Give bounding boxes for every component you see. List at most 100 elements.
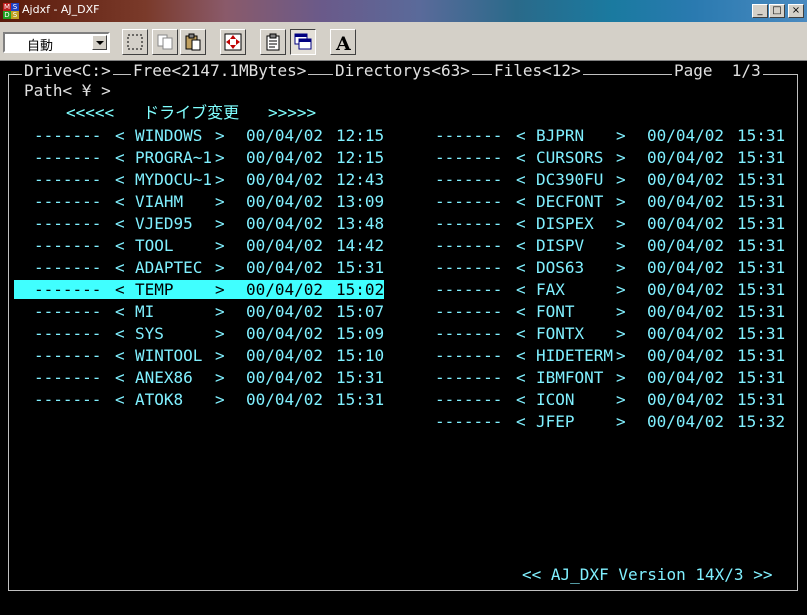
drive-indicator[interactable]: Drive<C:> xyxy=(22,62,113,80)
directory-row[interactable]: ------- < SYS >00/04/02 15:09 xyxy=(34,324,394,343)
directory-dash: ------- xyxy=(435,236,503,255)
directory-row[interactable]: ------- < VIAHM >00/04/02 13:09 xyxy=(34,192,394,211)
directory-open: < xyxy=(115,302,125,321)
directory-date: 00/04/02 xyxy=(647,258,725,277)
directory-row[interactable]: ------- < BJPRN >00/04/02 15:31 xyxy=(435,126,795,145)
directory-close: > xyxy=(616,280,626,299)
directory-count: Directorys<63> xyxy=(333,61,472,80)
directory-row[interactable]: ------- < DISPV >00/04/02 15:31 xyxy=(435,236,795,255)
directory-row[interactable]: ------- < FAX >00/04/02 15:31 xyxy=(435,280,795,299)
select-button[interactable] xyxy=(122,29,148,55)
directory-open: < xyxy=(516,324,526,343)
directory-dash: ------- xyxy=(435,412,503,431)
directory-close: > xyxy=(215,148,225,167)
directory-open: < xyxy=(115,346,125,365)
directory-close: > xyxy=(616,324,626,343)
chevron-down-icon[interactable] xyxy=(92,35,107,50)
directory-open: < xyxy=(516,192,526,211)
current-path: Path< ¥ > xyxy=(24,81,111,100)
directory-row[interactable]: ------- < CURSORS >00/04/02 15:31 xyxy=(435,148,795,167)
window-button[interactable] xyxy=(290,29,316,55)
directory-row[interactable]: ------- < TEMP >00/04/02 15:02 xyxy=(14,280,384,299)
directory-row[interactable]: ------- < WINDOWS >00/04/02 12:15 xyxy=(34,126,394,145)
directory-time: 12:15 xyxy=(336,126,385,145)
directory-row[interactable]: ------- < ADAPTEC >00/04/02 15:31 xyxy=(34,258,394,277)
directory-date: 00/04/02 xyxy=(246,148,324,167)
directory-time: 15:31 xyxy=(737,126,786,145)
directory-row[interactable]: ------- < HIDETERM >00/04/02 15:31 xyxy=(435,346,795,365)
directory-dash: ------- xyxy=(34,324,102,343)
directory-dash: ------- xyxy=(435,302,503,321)
directory-time: 14:42 xyxy=(336,236,385,255)
directory-name: ICON xyxy=(536,390,575,409)
properties-button[interactable] xyxy=(260,29,286,55)
directory-name: JFEP xyxy=(536,412,575,431)
directory-name: FAX xyxy=(536,280,565,299)
directory-row[interactable]: ------- < DOS63 >00/04/02 15:31 xyxy=(435,258,795,277)
directory-name: IBMFONT xyxy=(536,368,604,387)
directory-date: 00/04/02 xyxy=(246,236,324,255)
directory-name: MYDOCU~1 xyxy=(135,170,213,189)
directory-row[interactable]: ------- < FONT >00/04/02 15:31 xyxy=(435,302,795,321)
directory-date: 00/04/02 xyxy=(246,346,324,365)
directory-close: > xyxy=(215,346,225,365)
minimize-button[interactable]: _ xyxy=(752,4,768,18)
directory-time: 15:31 xyxy=(737,324,786,343)
directory-date: 00/04/02 xyxy=(647,412,725,431)
directory-dash: ------- xyxy=(435,280,503,299)
file-count: Files<12> xyxy=(492,61,583,80)
drive-change-button[interactable]: <<<<< ドライブ変更 >>>>> xyxy=(66,104,316,122)
directory-row[interactable]: ------- < MYDOCU~1 >00/04/02 12:43 xyxy=(34,170,394,189)
close-button[interactable]: × xyxy=(788,4,804,18)
directory-date: 00/04/02 xyxy=(647,390,725,409)
directory-row[interactable]: ------- < MI >00/04/02 15:07 xyxy=(34,302,394,321)
terminal-screen: Drive<C:> Free<2147.1MBytes> Directorys<… xyxy=(0,61,807,615)
directory-time: 15:31 xyxy=(737,214,786,233)
mode-combo[interactable]: 自動 xyxy=(3,32,110,54)
directory-row[interactable]: ------- < WINTOOL >00/04/02 15:10 xyxy=(34,346,394,365)
directory-name: SYS xyxy=(135,324,164,343)
title-bar[interactable]: M S D S Ajdxf - AJ_DXF _ □ × xyxy=(0,0,807,22)
directory-row[interactable]: ------- < JFEP >00/04/02 15:32 xyxy=(435,412,795,431)
directory-row[interactable]: ------- < VJED95 >00/04/02 13:48 xyxy=(34,214,394,233)
page-indicator: Page 1/3 xyxy=(672,61,763,80)
directory-date: 00/04/02 xyxy=(246,280,324,299)
directory-row[interactable]: ------- < DECFONT >00/04/02 15:31 xyxy=(435,192,795,211)
directory-row[interactable]: ------- < FONTX >00/04/02 15:31 xyxy=(435,324,795,343)
directory-row[interactable]: ------- < ANEX86 >00/04/02 15:31 xyxy=(34,368,394,387)
font-icon-letter: A xyxy=(335,33,351,53)
directory-date: 00/04/02 xyxy=(647,324,725,343)
directory-dash: ------- xyxy=(435,390,503,409)
directory-open: < xyxy=(115,126,125,145)
directory-row[interactable]: ------- < TOOL >00/04/02 14:42 xyxy=(34,236,394,255)
app-icon-cell: S xyxy=(11,3,19,11)
directory-time: 12:43 xyxy=(336,170,385,189)
maximize-button[interactable]: □ xyxy=(769,4,785,18)
directory-close: > xyxy=(616,148,626,167)
directory-row[interactable]: ------- < DISPEX >00/04/02 15:31 xyxy=(435,214,795,233)
directory-name: DECFONT xyxy=(536,192,604,211)
directory-close: > xyxy=(215,214,225,233)
directory-date: 00/04/02 xyxy=(246,214,324,233)
directory-row[interactable]: ------- < DC390FU >00/04/02 15:31 xyxy=(435,170,795,189)
directory-row[interactable]: ------- < ICON >00/04/02 15:31 xyxy=(435,390,795,409)
directory-row[interactable]: ------- < IBMFONT >00/04/02 15:31 xyxy=(435,368,795,387)
directory-name: FONTX xyxy=(536,324,585,343)
directory-row[interactable]: ------- < PROGRA~1 >00/04/02 12:15 xyxy=(34,148,394,167)
directory-dash: ------- xyxy=(34,214,102,233)
directory-open: < xyxy=(115,148,125,167)
move-icon xyxy=(224,33,242,51)
directory-close: > xyxy=(215,280,225,299)
copy-button[interactable] xyxy=(152,29,178,55)
paste-button[interactable] xyxy=(180,29,206,55)
directory-open: < xyxy=(516,412,526,431)
directory-row[interactable]: ------- < ATOK8 >00/04/02 15:31 xyxy=(34,390,394,409)
move-button[interactable] xyxy=(220,29,246,55)
app-icon[interactable]: M S D S xyxy=(3,3,19,19)
directory-close: > xyxy=(215,324,225,343)
directory-name: ATOK8 xyxy=(135,390,184,409)
window-title: Ajdxf - AJ_DXF xyxy=(22,3,100,16)
mode-combo-value: 自動 xyxy=(27,39,54,54)
directory-time: 15:09 xyxy=(336,324,385,343)
font-button[interactable]: A xyxy=(330,29,356,55)
